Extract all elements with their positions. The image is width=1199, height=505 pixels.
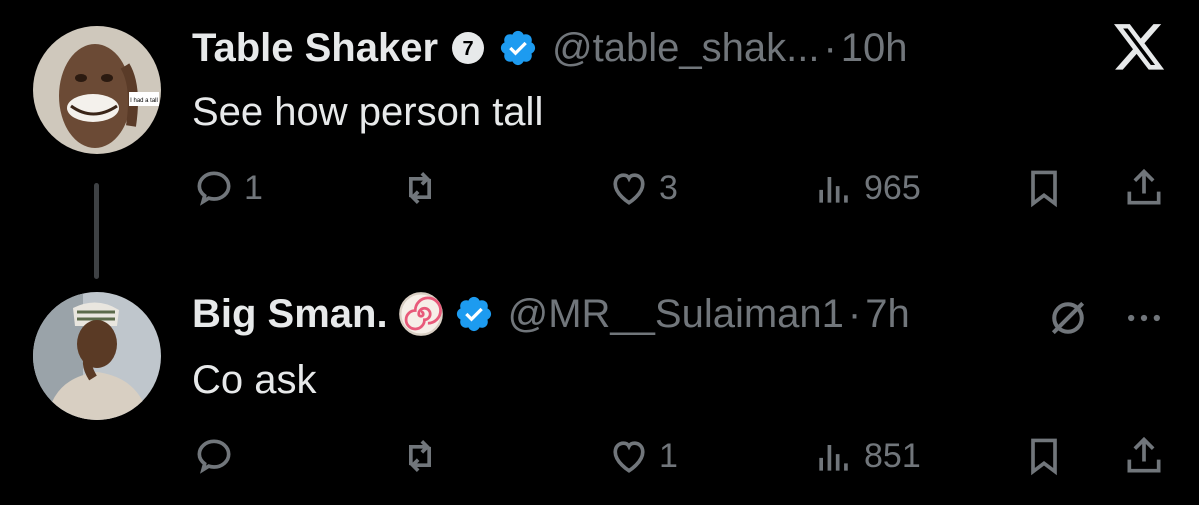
like-count: 1 <box>659 436 678 475</box>
action-bar: 1 3 965 <box>192 166 1172 214</box>
bookmark-button[interactable] <box>1022 434 1066 478</box>
verified-badge-icon[interactable] <box>498 28 538 68</box>
handle[interactable]: @MR__Sulaiman1 <box>508 292 844 337</box>
timestamp[interactable]: 10h <box>841 26 908 71</box>
views-icon <box>819 177 848 203</box>
display-name[interactable]: Table Shaker <box>192 26 438 71</box>
like-button[interactable]: 1 <box>607 434 678 478</box>
reply-count: 1 <box>244 168 263 207</box>
like-button[interactable]: 3 <box>607 166 678 210</box>
views-button[interactable]: 851 <box>812 434 921 478</box>
like-count: 3 <box>659 168 678 207</box>
bookmark-icon <box>1031 170 1057 208</box>
heart-icon <box>613 173 645 205</box>
views-button[interactable]: 965 <box>812 166 921 210</box>
tweet-text: Co ask <box>192 358 317 402</box>
swirl-emoji-icon[interactable] <box>398 291 444 337</box>
tweet-header: Table Shaker 7 @table_shak... · 10h <box>192 24 908 72</box>
action-bar: 1 851 <box>192 434 1172 482</box>
avatar-image: I had a tall <box>33 26 161 154</box>
timestamp[interactable]: 7h <box>865 292 910 337</box>
grok-icon[interactable] <box>1044 294 1092 342</box>
avatar[interactable]: I had a tall <box>33 26 161 154</box>
heart-icon <box>613 441 645 473</box>
verified-badge-icon[interactable] <box>454 294 494 334</box>
retweet-button[interactable] <box>398 434 450 478</box>
share-button[interactable] <box>1122 166 1166 210</box>
bookmark-icon <box>1031 438 1057 476</box>
affiliate-badge-icon[interactable]: 7 <box>448 28 488 68</box>
views-icon <box>819 445 848 471</box>
tweet-text: See how person tall <box>192 90 544 134</box>
x-logo-icon[interactable] <box>1112 20 1168 76</box>
retweet-icon <box>409 172 431 204</box>
avatar[interactable] <box>33 292 161 420</box>
reply-button[interactable] <box>192 434 244 478</box>
reply-button[interactable]: 1 <box>192 166 263 210</box>
reply-icon <box>197 171 231 206</box>
retweet-button[interactable] <box>398 166 450 210</box>
bookmark-button[interactable] <box>1022 166 1066 210</box>
affiliate-badge-number: 7 <box>462 38 473 60</box>
separator-dot: · <box>847 291 862 336</box>
share-icon <box>1127 436 1161 473</box>
display-name[interactable]: Big Sman. <box>192 292 388 337</box>
reply-icon <box>197 439 231 474</box>
share-icon <box>1127 168 1161 205</box>
views-count: 965 <box>864 168 921 207</box>
tweet-1[interactable]: I had a tall Table Shaker 7 @table_shak.… <box>0 0 1199 279</box>
handle[interactable]: @table_shak... <box>552 26 819 71</box>
share-button[interactable] <box>1122 434 1166 478</box>
tweet-2[interactable]: Big Sman. @MR__Sulaiman1 · 7h Co ask 1 8… <box>0 250 1199 505</box>
retweet-icon <box>409 440 431 472</box>
avatar-image <box>33 292 161 420</box>
avatar-caption: I had a tall <box>130 98 158 104</box>
separator-dot: · <box>823 25 837 70</box>
more-icon[interactable] <box>1120 294 1168 342</box>
tweet-header: Big Sman. @MR__Sulaiman1 · 7h <box>192 290 910 338</box>
views-count: 851 <box>864 436 921 475</box>
